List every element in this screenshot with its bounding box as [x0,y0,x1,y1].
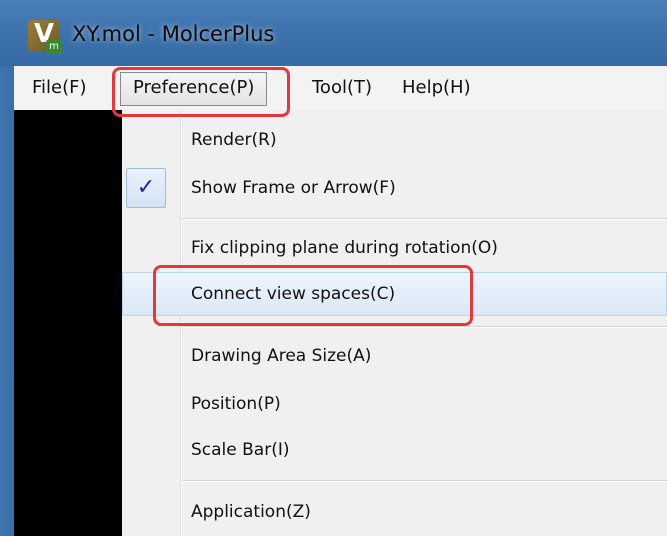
drawing-canvas[interactable] [14,110,122,536]
menu-item-label: Drawing Area Size(A) [191,346,372,366]
menu-item-label: Application(Z) [191,502,311,522]
menu-item-label: Show Frame or Arrow(F) [191,178,396,198]
highlight-preference-menu [112,67,290,117]
menu-separator [182,326,667,328]
highlight-connect-view-spaces [153,265,473,326]
menu-item-show-frame-or-arrow[interactable]: Show Frame or Arrow(F) [122,166,667,210]
menu-help[interactable]: Help(H) [402,66,471,110]
molcerplus-app-icon[interactable]: V m [28,20,62,54]
menu-item-label: Position(P) [191,394,281,414]
menu-file[interactable]: File(F) [32,66,87,110]
menu-separator [182,480,667,482]
menu-item-drawing-area-size[interactable]: Drawing Area Size(A) [122,334,667,378]
menu-tool[interactable]: Tool(T) [312,66,372,110]
menu-item-label: Render(R) [191,130,277,150]
title-bar: V m XY.mol - MolcerPlus [0,0,667,66]
menu-item-application[interactable]: Application(Z) [122,490,667,534]
window-left-border [0,66,14,536]
app-icon-badge: m [46,40,62,54]
menu-item-label: Scale Bar(I) [191,440,290,460]
menu-item-scale-bar[interactable]: Scale Bar(I) [122,428,667,472]
menu-item-position[interactable]: Position(P) [122,382,667,426]
menu-item-render[interactable]: Render(R) [122,118,667,162]
window-title: XY.mol - MolcerPlus [72,22,275,46]
menu-separator [182,218,667,220]
menu-item-fix-clipping-plane[interactable]: Fix clipping plane during rotation(O) [122,226,667,270]
menu-item-label: Fix clipping plane during rotation(O) [191,238,498,258]
